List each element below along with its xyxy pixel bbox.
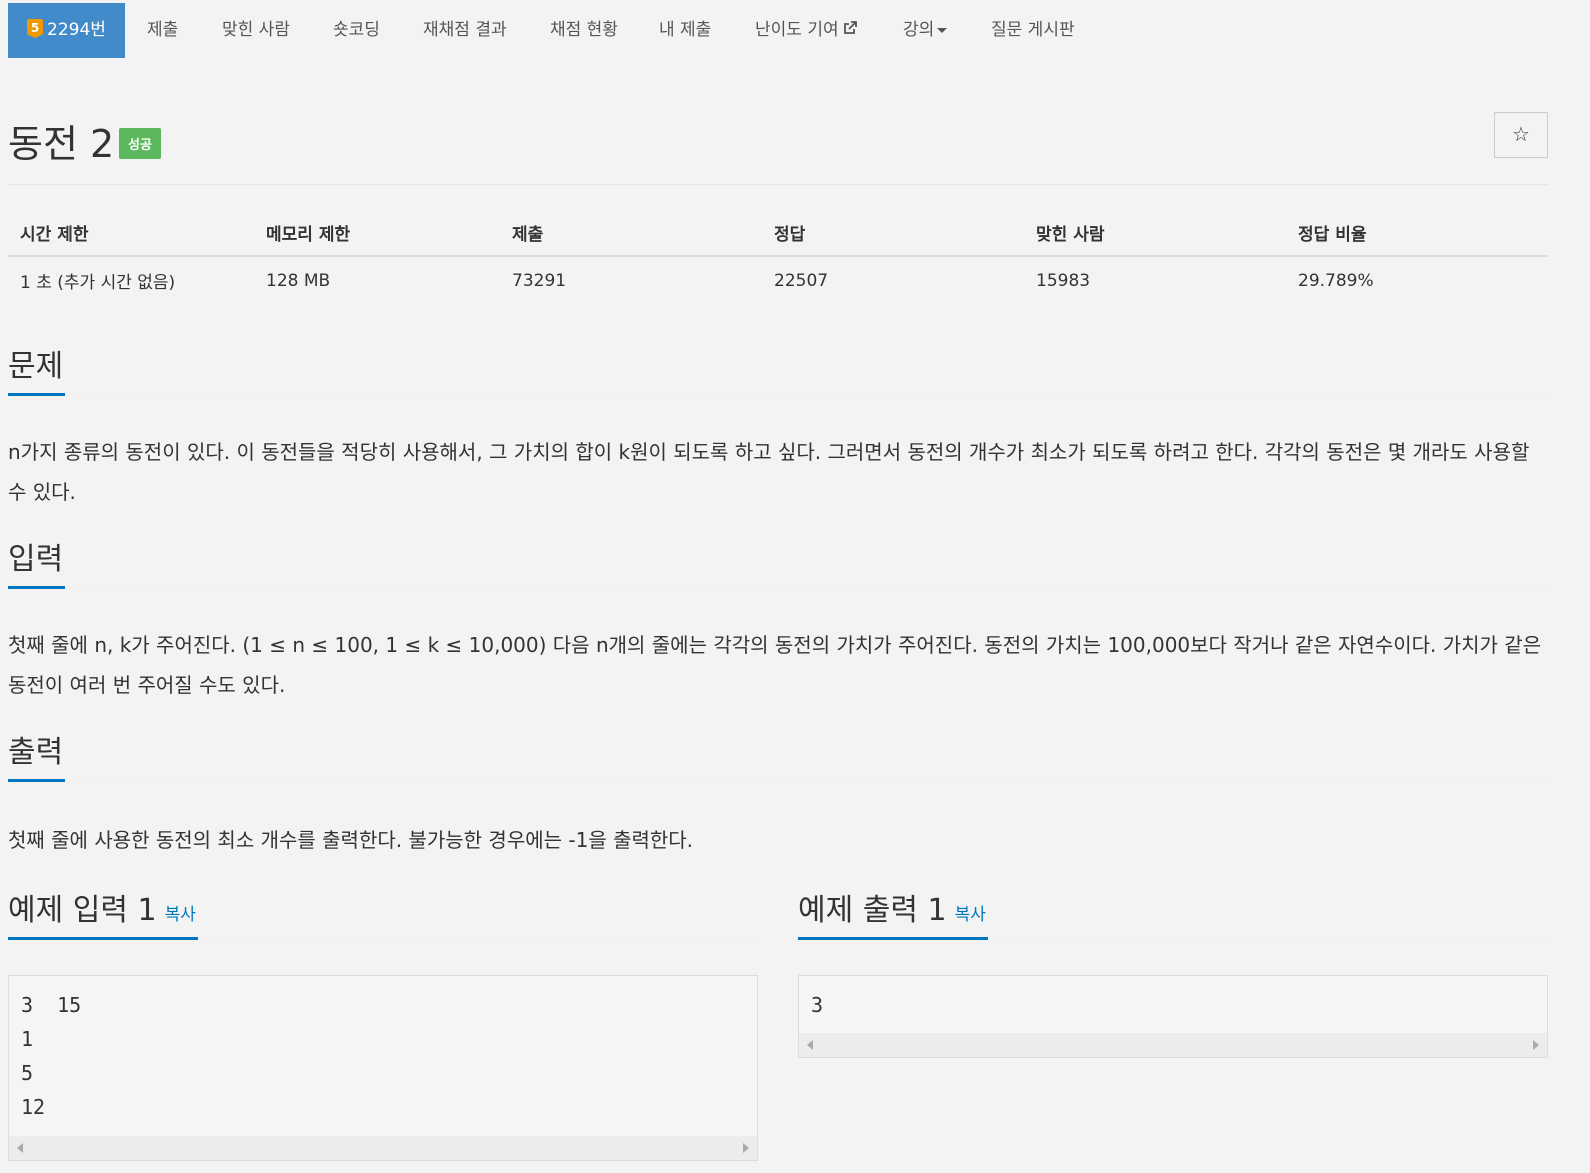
nav-problem-tab[interactable]: 5 2294번	[8, 3, 125, 58]
nav-judge-status[interactable]: 채점 현황	[550, 3, 618, 58]
info-header-memory-limit: 메모리 제한	[254, 210, 500, 257]
sample-input-headline: 예제 입력 1 복사	[8, 892, 758, 940]
sample-input-text: 3 15 1 5 12	[21, 993, 82, 1119]
caret-down-icon	[937, 27, 948, 33]
tier-badge-icon: 5	[27, 19, 43, 38]
nav-qna-board[interactable]: 질문 게시판	[991, 3, 1075, 58]
info-header-accept-ratio: 정답 비율	[1286, 210, 1548, 257]
problem-heading: 문제	[8, 348, 66, 396]
info-submissions: 73291	[512, 270, 567, 291]
problem-description: n가지 종류의 동전이 있다. 이 동전들을 적당히 사용해서, 그 가치의 합…	[8, 440, 1530, 504]
info-header-row: 시간 제한 메모리 제한 제출 정답 맞힌 사람 정답 비율	[8, 210, 1548, 257]
nav-difficulty-contribution[interactable]: 난이도 기여	[755, 3, 858, 58]
sample-input-heading: 예제 입력 1 복사	[8, 892, 198, 940]
nav-my-submissions[interactable]: 내 제출	[659, 3, 711, 58]
scroll-right-icon[interactable]	[743, 1143, 749, 1153]
nav-short-coding[interactable]: 숏코딩	[333, 3, 380, 58]
nav-submit[interactable]: 제출	[147, 3, 178, 58]
sample-output-title: 예제 출력 1	[798, 893, 947, 928]
problem-info-table: 시간 제한 메모리 제한 제출 정답 맞힌 사람 정답 비율 1 초 (추가 시…	[8, 210, 1548, 304]
scroll-left-icon[interactable]	[17, 1143, 23, 1153]
output-description: 첫째 줄에 사용한 동전의 최소 개수를 출력한다. 불가능한 경우에는 -1을…	[8, 828, 694, 852]
info-solved-users: 15983	[1036, 270, 1091, 291]
info-accept-ratio: 29.789%	[1298, 270, 1374, 291]
scroll-left-icon[interactable]	[807, 1040, 813, 1050]
nav-problem-number: 2294번	[47, 20, 106, 40]
nav-rejudge-results[interactable]: 재채점 결과	[423, 3, 507, 58]
info-header-submissions: 제출	[500, 210, 762, 257]
sample-output-headline: 예제 출력 1 복사	[798, 892, 1548, 940]
sample-output-text: 3	[811, 993, 824, 1017]
copy-sample-output-button[interactable]: 복사	[955, 905, 986, 925]
input-description: 첫째 줄에 n, k가 주어진다. (1 ≤ n ≤ 100, 1 ≤ k ≤ …	[8, 633, 1542, 697]
nav-lectures-label: 강의	[903, 20, 935, 40]
problem-title-row: 동전 2 성공 ☆	[8, 105, 1548, 185]
star-icon: ☆	[1512, 124, 1530, 146]
output-heading: 출력	[8, 734, 66, 782]
sample-input-scrollbar[interactable]	[9, 1136, 757, 1160]
info-time-limit: 1 초 (추가 시간 없음)	[20, 273, 176, 293]
input-headline: 입력	[8, 541, 1548, 589]
info-header-time-limit: 시간 제한	[8, 210, 254, 257]
info-memory-limit: 128 MB	[266, 270, 331, 291]
copy-sample-input-button[interactable]: 복사	[165, 905, 196, 925]
sample-output-box: 3	[798, 975, 1548, 1058]
star-button[interactable]: ☆	[1494, 112, 1548, 158]
sample-input-box: 3 15 1 5 12	[8, 975, 758, 1161]
scroll-right-icon[interactable]	[1533, 1040, 1539, 1050]
output-headline: 출력	[8, 734, 1548, 782]
info-header-solved-users: 맞힌 사람	[1024, 210, 1286, 257]
sample-input-title: 예제 입력 1	[8, 893, 157, 928]
nav-solved-users[interactable]: 맞힌 사람	[222, 3, 290, 58]
info-accepted: 22507	[774, 270, 829, 291]
problem-headline: 문제	[8, 348, 1548, 396]
sample-output-heading: 예제 출력 1 복사	[798, 892, 988, 940]
sample-output-scrollbar[interactable]	[799, 1033, 1547, 1057]
info-value-row: 1 초 (추가 시간 없음) 128 MB 73291 22507 15983 …	[8, 256, 1548, 304]
problem-nav: 5 2294번 제출 맞힌 사람 숏코딩 재채점 결과 채점 현황 내 제출 난이…	[8, 3, 1548, 58]
info-header-accepted: 정답	[762, 210, 1024, 257]
problem-title: 동전 2	[8, 122, 115, 166]
nav-lectures-dropdown[interactable]: 강의	[903, 3, 948, 58]
nav-difficulty-label: 난이도 기여	[755, 20, 839, 40]
status-badge: 성공	[119, 128, 161, 159]
external-link-icon	[843, 21, 857, 34]
input-heading: 입력	[8, 541, 66, 589]
